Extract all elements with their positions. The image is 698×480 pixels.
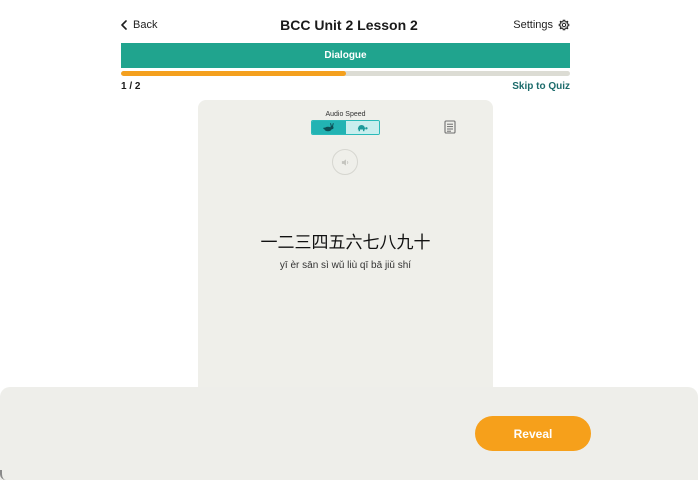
play-audio-button[interactable] [332,149,358,175]
skip-to-quiz-link[interactable]: Skip to Quiz [512,81,570,92]
lesson-page: Back BCC Unit 2 Lesson 2 Settings Dialog… [0,0,698,480]
settings-button[interactable]: Settings [513,19,570,31]
gear-icon [558,19,570,31]
hanzi-text: 一二三四五六七八九十 [260,233,431,253]
reveal-button[interactable]: Reveal [475,416,591,451]
speed-fast-button[interactable] [312,121,346,134]
pinyin-text: yī èr sān sì wǔ liù qī bā jiǔ shí [279,260,412,271]
progress-counter: 1 / 2 [121,81,141,92]
rabbit-icon [323,123,334,132]
page-title: BCC Unit 2 Lesson 2 [280,17,418,33]
turtle-icon [358,125,368,132]
speed-slow-button[interactable] [345,121,379,134]
audio-speed-label: Audio Speed [325,111,366,118]
footer-area [0,387,698,480]
corner-decoration [0,470,8,480]
document-icon[interactable] [444,120,456,134]
speaker-icon [341,158,348,166]
audio-speed-toggle [311,120,380,135]
section-banner: Dialogue [121,43,570,68]
flashcard: Audio Speed 一二三四五六七八九十 yī èr sān sì wǔ l… [198,100,493,387]
settings-label: Settings [513,19,553,31]
progress-fill [121,71,346,76]
progress-bar [121,71,570,76]
